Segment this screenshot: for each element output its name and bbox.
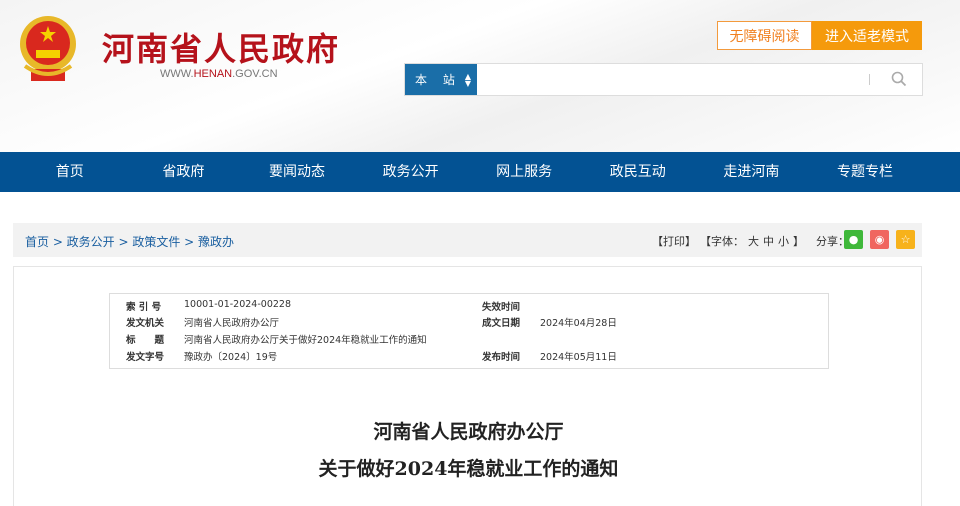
date-value: 2024年04月28日: [540, 318, 617, 329]
article-container: 索 引 号 10001-01-2024-00228 失效时间 发文机关 河南省人民政府…: [13, 266, 922, 506]
nav-public-affairs[interactable]: 政务公开: [354, 152, 468, 192]
index-label: 索 引 号: [126, 302, 162, 313]
font-large-button[interactable]: 大: [748, 233, 759, 249]
national-emblem-icon: [20, 16, 76, 81]
nav-government[interactable]: 省政府: [127, 152, 241, 192]
nav-news[interactable]: 要闻动态: [240, 152, 354, 192]
search-scope-select[interactable]: 本 站 ▲ ▼: [405, 64, 477, 95]
site-title[interactable]: 河南省人民政府: [102, 24, 340, 70]
font-medium-button[interactable]: 中: [763, 233, 774, 249]
nav-topics[interactable]: 专题专栏: [808, 152, 922, 192]
document-meta-table: 索 引 号 10001-01-2024-00228 失效时间 发文机关 河南省人民政府…: [109, 293, 829, 369]
date-label: 成文日期: [482, 318, 521, 329]
breadcrumb-bar: 首页 > 政务公开 > 政策文件 > 豫政办 【打印】 【字体： 大 中 小 】…: [13, 223, 922, 257]
document-title-line-2: 关于做好2024年稳就业工作的通知: [318, 458, 619, 480]
print-button[interactable]: 【打印】: [652, 233, 696, 249]
doc-number-value: 豫政办〔2024〕19号: [184, 352, 278, 363]
search-bar: 本 站 ▲ ▼: [404, 63, 923, 96]
nav-about-henan[interactable]: 走进河南: [695, 152, 809, 192]
title-value: 河南省人民政府办公厅关于做好2024年稳就业工作的通知: [184, 335, 427, 346]
expire-label: 失效时间: [482, 302, 521, 313]
accessible-reading-button[interactable]: 无障碍阅读: [717, 21, 812, 50]
search-icon[interactable]: [891, 71, 907, 87]
font-small-button[interactable]: 小: [778, 233, 789, 249]
wechat-share-icon[interactable]: ●: [844, 230, 863, 249]
nav-online-services[interactable]: 网上服务: [467, 152, 581, 192]
font-size-label: 【字体：: [700, 235, 744, 248]
favorite-star-icon[interactable]: ☆: [896, 230, 915, 249]
site-url: WWW.HENAN.GOV.CN: [160, 68, 278, 80]
publish-label: 发布时间: [482, 352, 521, 363]
bracket: 】: [793, 235, 804, 248]
header: 河南省人民政府 WWW.HENAN.GOV.CN 无障碍阅读 进入适老模式 本 …: [0, 0, 960, 152]
nav-home[interactable]: 首页: [13, 152, 127, 192]
index-value: 10001-01-2024-00228: [184, 299, 291, 310]
elder-mode-button[interactable]: 进入适老模式: [812, 21, 922, 50]
page-tools: 【打印】 【字体： 大 中 小 】 分享：: [652, 233, 849, 249]
document-title-line-1: 河南省人民政府办公厅: [373, 421, 564, 443]
nav-interaction[interactable]: 政民互动: [581, 152, 695, 192]
org-label: 发文机关: [126, 318, 165, 329]
publish-value: 2024年05月11日: [540, 352, 617, 363]
divider: [869, 74, 870, 85]
main-nav: 首页 省政府 要闻动态 政务公开 网上服务 政民互动 走进河南 专题专栏: [0, 152, 960, 192]
sort-arrows-icon: ▲ ▼: [464, 72, 471, 88]
breadcrumb[interactable]: 首页 > 政务公开 > 政策文件 > 豫政办: [25, 233, 234, 250]
title-label: 标 题: [126, 335, 165, 346]
doc-number-label: 发文字号: [126, 352, 165, 363]
org-value: 河南省人民政府办公厅: [184, 318, 280, 329]
weibo-share-icon[interactable]: ◉: [870, 230, 889, 249]
search-input[interactable]: [479, 64, 869, 95]
